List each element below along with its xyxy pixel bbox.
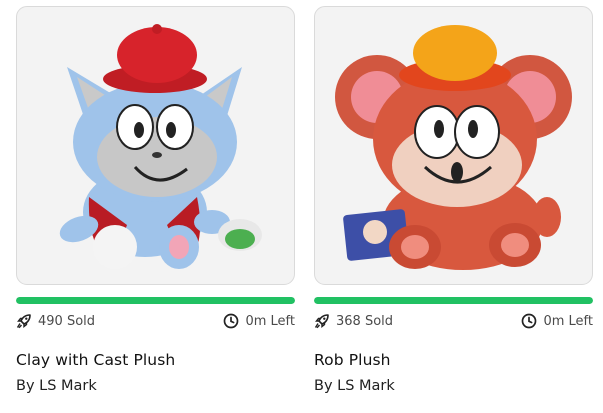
- time-left: 0m Left: [245, 313, 295, 329]
- creator-byline[interactable]: By LS Mark: [314, 378, 593, 394]
- sold-count: 368 Sold: [336, 313, 394, 329]
- product-title[interactable]: Rob Plush: [314, 351, 593, 369]
- stats-row: 368 Sold 0m Left: [314, 312, 593, 330]
- blue-cat-plush-image: [59, 24, 262, 269]
- sold-progress-bar: [314, 297, 593, 304]
- sold-stat: 368 Sold: [314, 313, 393, 329]
- rocket-icon: [16, 313, 32, 329]
- stats-row: 490 Sold 0m Left: [16, 312, 295, 330]
- product-title[interactable]: Clay with Cast Plush: [16, 351, 295, 369]
- progress-fill: [16, 297, 295, 304]
- sold-stat: 490 Sold: [16, 313, 95, 329]
- product-card[interactable]: 490 Sold 0m Left Clay with Cast Plush By…: [16, 6, 295, 394]
- orange-bear-plush-image: [335, 25, 572, 270]
- time-left-stat: 0m Left: [521, 313, 593, 329]
- sold-count: 490 Sold: [38, 313, 96, 329]
- product-image[interactable]: [16, 6, 295, 285]
- creator-byline[interactable]: By LS Mark: [16, 378, 295, 394]
- clock-icon: [521, 313, 537, 329]
- time-left-stat: 0m Left: [223, 313, 295, 329]
- time-left: 0m Left: [543, 313, 593, 329]
- rocket-icon: [314, 313, 330, 329]
- progress-fill: [314, 297, 593, 304]
- product-card[interactable]: 368 Sold 0m Left Rob Plush By LS Mark: [314, 6, 593, 394]
- sold-progress-bar: [16, 297, 295, 304]
- product-image[interactable]: [314, 6, 593, 285]
- clock-icon: [223, 313, 239, 329]
